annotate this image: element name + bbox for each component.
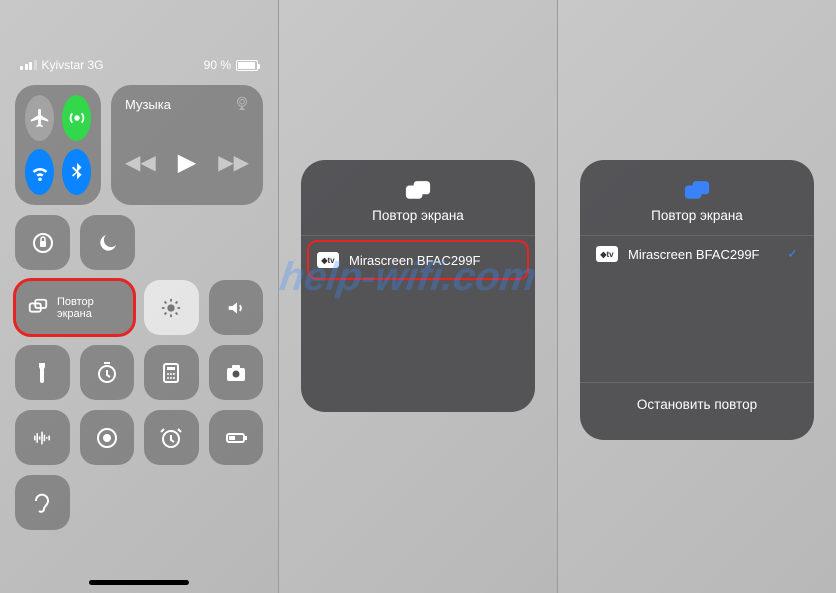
flashlight-button[interactable] [15,345,70,400]
status-bar: Kyivstar 3G 90 % [0,45,278,85]
screen-mirroring-sheet-connected: Повтор экрана ◆tv Mirascreen BFAC299F ✓ … [580,160,814,440]
bluetooth-toggle[interactable] [62,149,91,195]
volume-slider[interactable] [209,280,263,335]
screen-mirroring-button[interactable]: Повтор экрана [15,280,134,335]
mirror-sheet-panel-select: Повтор экрана ◆tv Mirascreen BFAC299F [279,0,557,593]
sheet-title: Повтор экрана [651,208,743,223]
signal-icon [20,60,37,70]
rotation-lock-icon [31,231,55,255]
connectivity-cluster [15,85,101,205]
mirror-sheet-panel-connected: Повтор экрана ◆tv Mirascreen BFAC299F ✓ … [558,0,836,593]
battery-percent: 90 % [204,58,231,72]
checkmark-icon: ✓ [787,246,798,262]
hearing-button[interactable] [15,475,70,530]
mirror-device-row[interactable]: ◆tv Mirascreen BFAC299F [309,242,527,278]
record-icon [95,426,119,450]
screen-mirror-label: Повтор экрана [57,296,94,320]
screen-mirror-icon [683,180,711,202]
calculator-icon [159,361,183,385]
volume-icon [225,297,247,319]
ear-icon [31,491,55,515]
airplane-mode-toggle[interactable] [25,95,54,141]
stop-mirroring-button[interactable]: Остановить повтор [580,382,814,426]
screen-mirror-icon [404,180,432,202]
camera-icon [224,361,248,385]
device-name: Mirascreen BFAC299F [349,253,481,268]
bluetooth-icon [66,161,88,183]
rewind-button[interactable]: ◀◀ [125,150,156,175]
play-button[interactable]: ▶ [178,148,196,177]
screen-record-button[interactable] [80,410,135,465]
voice-memos-button[interactable] [15,410,70,465]
control-center-panel: Kyivstar 3G 90 % [0,0,278,593]
home-indicator[interactable] [89,580,189,585]
music-widget[interactable]: Музыка ◀◀ ▶ ▶▶ [111,85,263,205]
cellular-data-toggle[interactable] [62,95,91,141]
calculator-button[interactable] [144,345,199,400]
music-title: Музыка [125,97,249,112]
do-not-disturb-toggle[interactable] [80,215,135,270]
timer-icon [95,361,119,385]
wifi-toggle[interactable] [25,149,54,195]
moon-icon [96,231,120,255]
screen-mirror-icon [27,297,49,319]
timer-button[interactable] [80,345,135,400]
camera-button[interactable] [209,345,264,400]
flashlight-icon [30,361,54,385]
airplane-icon [29,107,51,129]
cellular-icon [66,107,88,129]
device-name: Mirascreen BFAC299F [628,247,760,262]
sheet-header: Повтор экрана [580,160,814,236]
low-power-icon [224,426,248,450]
carrier-label: Kyivstar 3G [42,58,104,72]
alarm-icon [159,426,183,450]
battery-icon [236,60,258,71]
forward-button[interactable]: ▶▶ [218,150,249,175]
screen-mirroring-sheet: Повтор экрана ◆tv Mirascreen BFAC299F [301,160,535,412]
alarm-button[interactable] [144,410,199,465]
sheet-header: Повтор экрана [301,160,535,236]
waveform-icon [30,426,54,450]
appletv-chip-icon: ◆tv [596,246,618,262]
rotation-lock-toggle[interactable] [15,215,70,270]
wifi-icon [29,161,51,183]
appletv-chip-icon: ◆tv [317,252,339,268]
mirror-device-row-selected[interactable]: ◆tv Mirascreen BFAC299F ✓ [580,236,814,272]
sheet-title: Повтор экрана [372,208,464,223]
brightness-slider[interactable] [144,280,198,335]
brightness-icon [160,297,182,319]
low-power-button[interactable] [209,410,264,465]
airplay-icon [233,95,251,118]
